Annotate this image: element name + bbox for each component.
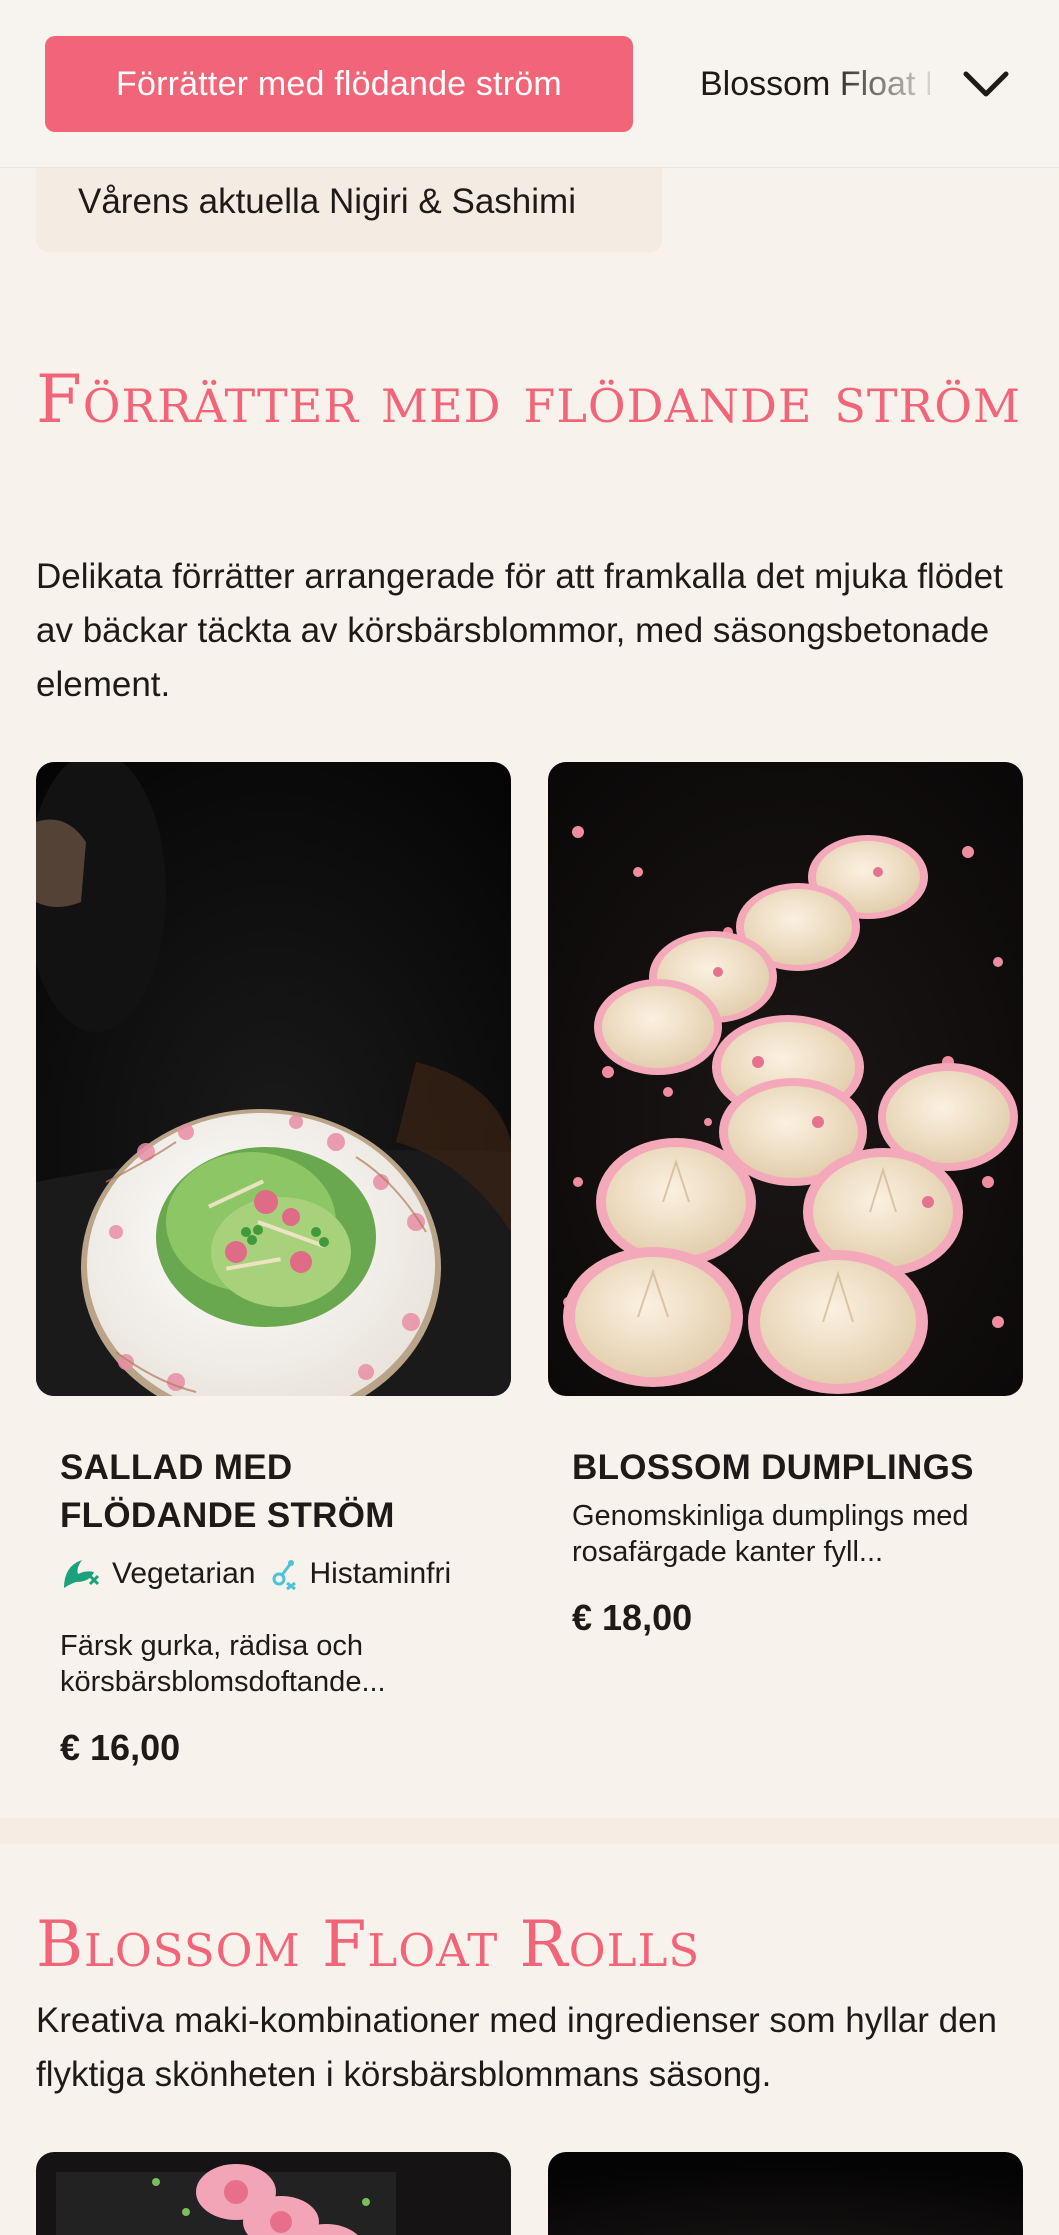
section-description: Delikata förrätter arrangerade för att f… bbox=[36, 557, 1003, 704]
category-tab-active[interactable]: Förrätter med flödande ström bbox=[45, 36, 633, 132]
tag-vegetarian: Vegetarian bbox=[60, 1556, 255, 1592]
item-description: Genomskinliga dumplings med rosafärgade … bbox=[572, 1500, 969, 1568]
item-price: € 18,00 bbox=[572, 1597, 693, 1638]
category-nav-bar: Förrätter med flödande ström Blossom Flo… bbox=[0, 0, 1059, 168]
histamine-free-icon bbox=[272, 1560, 297, 1591]
roll-photo[interactable] bbox=[548, 2152, 1023, 2235]
section-title: Blossom Float Rolls bbox=[36, 1908, 701, 1982]
dumplings-photo[interactable] bbox=[548, 762, 1023, 1396]
vegetarian-icon bbox=[64, 1560, 100, 1588]
rolls-photo[interactable] bbox=[36, 2152, 511, 2235]
item-name[interactable]: Sallad med flödande ström bbox=[60, 1444, 480, 1540]
chevron-down-icon[interactable] bbox=[960, 60, 1012, 108]
section-title: Förrätter med flödande ström bbox=[36, 361, 1022, 438]
tag-histamine-free: Histaminfri bbox=[269, 1557, 451, 1591]
section-description: Kreativa maki-kombinationer med ingredie… bbox=[36, 2001, 997, 2094]
salad-photo[interactable] bbox=[36, 762, 511, 1396]
dietary-tags: Vegetarian Histaminfri bbox=[60, 1552, 465, 1596]
tag-label: Histaminfri bbox=[309, 1557, 452, 1590]
section-divider bbox=[0, 1818, 1059, 1844]
item-name[interactable]: Blossom Dumplings bbox=[572, 1444, 992, 1492]
tag-label: Vegetarian bbox=[112, 1557, 256, 1590]
item-price: € 16,00 bbox=[60, 1727, 181, 1768]
item-description: Färsk gurka, rädisa och körsbärsblomsdof… bbox=[60, 1630, 386, 1698]
subcategory-item[interactable]: Vårens aktuella Nigiri & Sashimi bbox=[36, 168, 662, 252]
category-tab-next[interactable]: Blossom Float Rolls bbox=[700, 36, 930, 132]
